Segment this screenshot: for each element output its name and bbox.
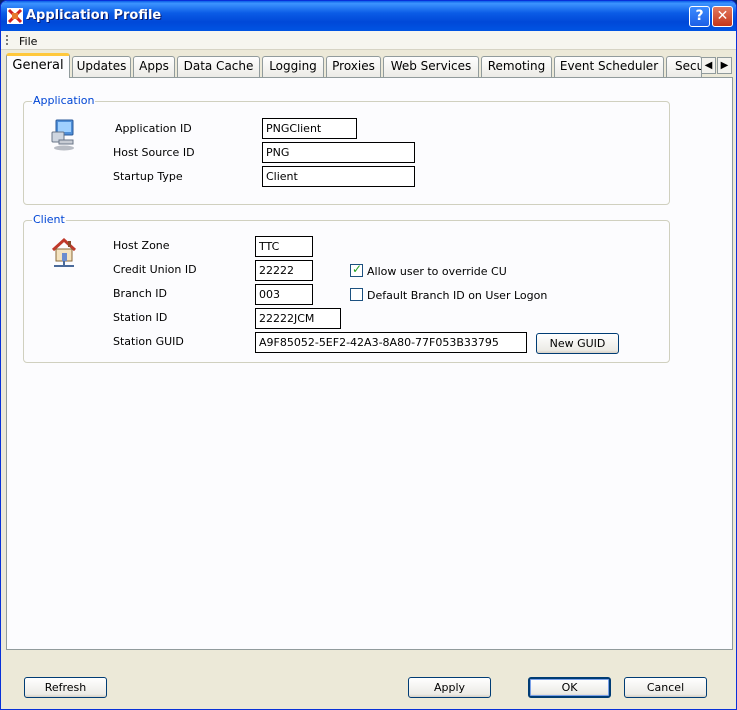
tab-web-services[interactable]: Web Services xyxy=(383,56,479,77)
tab-apps[interactable]: Apps xyxy=(133,56,175,77)
tab-apps-label: Apps xyxy=(139,59,169,73)
checkmark-icon: ✓ xyxy=(352,262,363,276)
tab-security[interactable]: Secu xyxy=(666,56,702,77)
client-group: Client Host Zone TTC Credit Union ID 222… xyxy=(23,213,670,363)
tab-security-label: Secu xyxy=(675,59,702,73)
toolbar-grip[interactable] xyxy=(6,35,8,46)
window-title: Application Profile xyxy=(26,8,162,23)
host-zone-input[interactable]: TTC xyxy=(255,236,313,257)
tab-scroll-left[interactable]: ◀ xyxy=(701,57,716,74)
tab-updates-label: Updates xyxy=(76,59,127,73)
cancel-button[interactable]: Cancel xyxy=(624,677,707,698)
menu-file[interactable]: File xyxy=(19,35,37,48)
application-group: Application Application ID PNGClient Hos… xyxy=(23,94,670,205)
station-id-label: Station ID xyxy=(113,311,168,324)
host-source-id-input[interactable]: PNG xyxy=(262,142,415,163)
branch-id-input[interactable]: 003 xyxy=(255,284,313,305)
help-icon: ? xyxy=(695,8,704,24)
menu-bar: File xyxy=(1,31,736,50)
tab-updates[interactable]: Updates xyxy=(72,56,131,77)
station-guid-label: Station GUID xyxy=(113,335,184,348)
tab-proxies-label: Proxies xyxy=(332,59,375,73)
override-cu-checkbox[interactable]: ✓ xyxy=(350,262,363,277)
tab-logging[interactable]: Logging xyxy=(262,56,324,77)
close-button[interactable]: ✕ xyxy=(712,6,733,27)
application-group-title: Application xyxy=(32,94,96,107)
tab-proxies[interactable]: Proxies xyxy=(326,56,381,77)
default-branch-label: Default Branch ID on User Logon xyxy=(367,289,548,302)
tab-scroll-right[interactable]: ▶ xyxy=(717,57,732,74)
app-icon xyxy=(7,8,23,24)
application-id-label: Application ID xyxy=(115,122,192,135)
startup-type-input[interactable]: Client xyxy=(262,166,415,187)
new-guid-button[interactable]: New GUID xyxy=(536,333,619,354)
ok-button[interactable]: OK xyxy=(528,677,611,698)
station-guid-input[interactable]: A9F85052-5EF2-42A3-8A80-77F053B33795 xyxy=(255,332,527,353)
help-button[interactable]: ? xyxy=(689,6,710,27)
application-profile-window: Application Profile ? ✕ File General Upd… xyxy=(0,0,737,710)
tab-event-scheduler-label: Event Scheduler xyxy=(559,59,659,73)
close-icon: ✕ xyxy=(716,8,729,24)
refresh-button[interactable]: Refresh xyxy=(24,677,107,698)
house-network-icon xyxy=(51,237,77,267)
computer-icon xyxy=(51,119,74,151)
application-id-input[interactable]: PNGClient xyxy=(262,118,357,139)
tab-strip: General Updates Apps Data Cache Logging … xyxy=(6,53,733,78)
tab-logging-label: Logging xyxy=(269,59,317,73)
tab-data-cache-label: Data Cache xyxy=(183,59,254,73)
menu-file-label: File xyxy=(19,35,38,48)
host-zone-label: Host Zone xyxy=(113,239,170,252)
credit-union-id-input[interactable]: 22222 xyxy=(255,260,313,281)
tab-general-label: General xyxy=(12,58,64,73)
station-id-input[interactable]: 22222JCM xyxy=(255,308,341,329)
client-group-title: Client xyxy=(32,213,66,226)
tab-remoting-label: Remoting xyxy=(487,59,546,73)
title-bar[interactable]: Application Profile ? ✕ xyxy=(1,1,736,31)
tab-data-cache[interactable]: Data Cache xyxy=(177,56,260,77)
override-cu-label: Allow user to override CU xyxy=(367,265,507,278)
tab-event-scheduler[interactable]: Event Scheduler xyxy=(554,56,664,77)
branch-id-label: Branch ID xyxy=(113,287,168,300)
chevron-left-icon: ◀ xyxy=(704,60,713,71)
default-branch-checkbox[interactable] xyxy=(350,288,363,301)
tab-remoting[interactable]: Remoting xyxy=(481,56,552,77)
tab-general[interactable]: General xyxy=(6,53,70,78)
apply-button[interactable]: Apply xyxy=(408,677,491,698)
host-source-id-label: Host Source ID xyxy=(113,146,195,159)
credit-union-id-label: Credit Union ID xyxy=(113,263,197,276)
tab-web-services-label: Web Services xyxy=(390,59,472,73)
startup-type-label: Startup Type xyxy=(113,170,183,183)
chevron-right-icon: ▶ xyxy=(720,60,729,71)
general-tab-panel: Application Application ID PNGClient Hos… xyxy=(6,77,733,650)
